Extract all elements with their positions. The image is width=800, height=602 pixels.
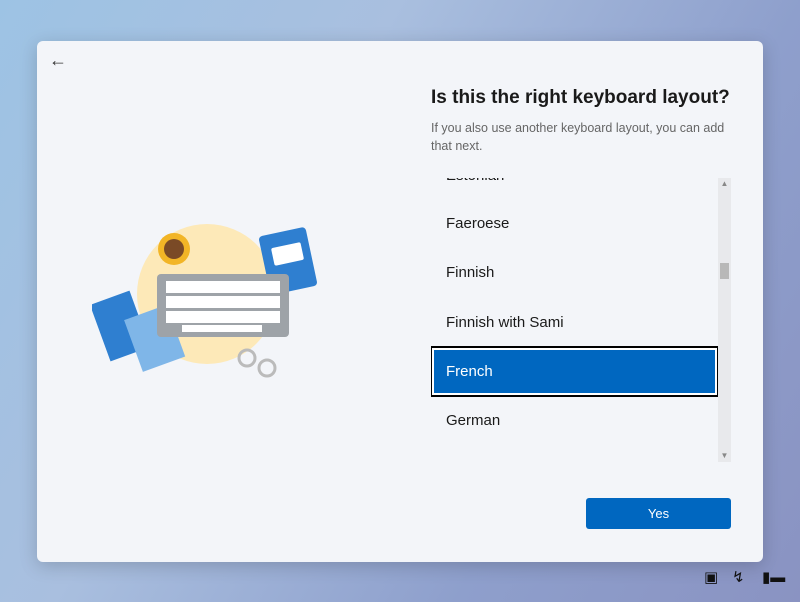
yes-button[interactable]: Yes bbox=[586, 498, 731, 529]
accessibility-icon[interactable]: ▣ bbox=[704, 568, 718, 586]
list-item[interactable]: Estonian bbox=[431, 178, 718, 194]
network-icon[interactable]: ↯ bbox=[732, 568, 745, 586]
list-item[interactable]: German bbox=[431, 402, 718, 439]
keyboard-illustration bbox=[92, 224, 317, 378]
setup-dialog: ← Is this the right keyboard layout? If … bbox=[37, 41, 763, 562]
page-title: Is this the right keyboard layout? bbox=[431, 87, 730, 108]
battery-icon[interactable]: ▮▬ bbox=[762, 568, 785, 586]
list-item-selected[interactable]: French bbox=[431, 346, 718, 397]
keyboard-layout-list[interactable]: Estonian Faeroese Finnish Finnish with S… bbox=[431, 178, 718, 462]
scroll-down-icon[interactable]: ▼ bbox=[718, 450, 731, 462]
list-item[interactable]: Finnish bbox=[431, 254, 718, 291]
list-item[interactable]: Finnish with Sami bbox=[431, 304, 718, 341]
page-subtitle: If you also use another keyboard layout,… bbox=[431, 121, 725, 153]
back-arrow-icon[interactable]: ← bbox=[47, 50, 69, 70]
list-scrollbar[interactable]: ▲ ▼ bbox=[718, 178, 731, 462]
scroll-up-icon[interactable]: ▲ bbox=[718, 178, 731, 190]
scrollbar-thumb[interactable] bbox=[720, 263, 729, 279]
list-item[interactable]: Faeroese bbox=[431, 205, 718, 242]
